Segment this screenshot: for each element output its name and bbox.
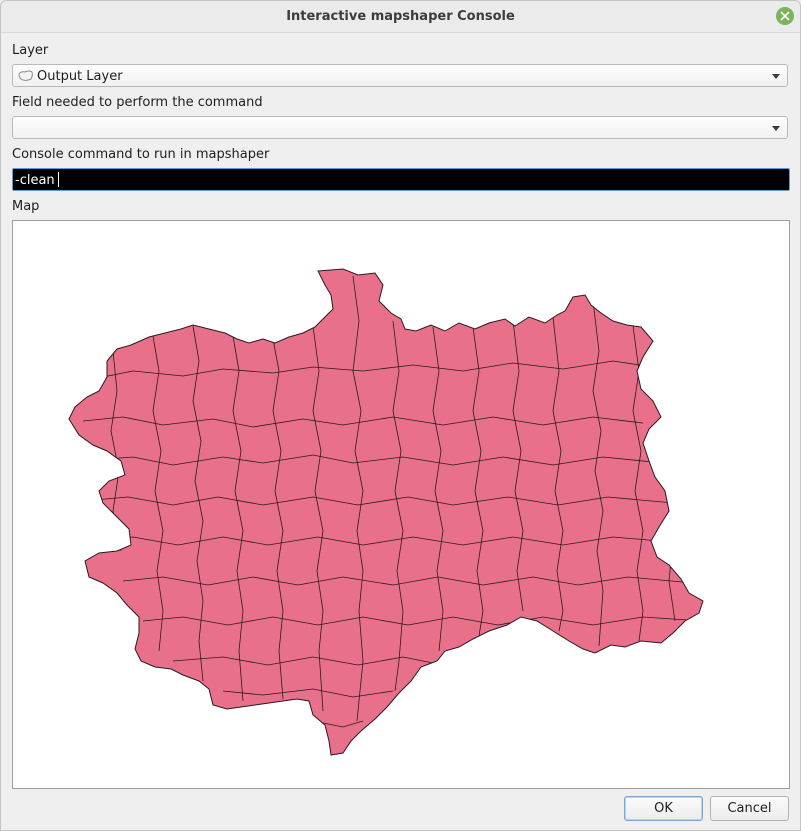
- close-icon: [780, 11, 790, 21]
- map-region-shape: [68, 268, 704, 756]
- layer-label: Layer: [12, 43, 49, 58]
- map-svg: [68, 268, 704, 756]
- dialog-window: Interactive mapshaper Console Layer Outp…: [0, 0, 801, 831]
- ok-button[interactable]: OK: [624, 796, 703, 821]
- polygon-layer-icon: [18, 70, 33, 81]
- command-input[interactable]: -clean: [12, 168, 790, 191]
- chevron-down-icon: [772, 126, 780, 131]
- field-label: Field needed to perform the command: [12, 95, 263, 110]
- window-title: Interactive mapshaper Console: [286, 9, 515, 24]
- text-caret: [57, 172, 59, 187]
- field-combobox[interactable]: [12, 116, 788, 139]
- command-input-value: -clean: [15, 173, 55, 188]
- close-button[interactable]: [776, 7, 794, 25]
- layer-combobox[interactable]: Output Layer: [12, 64, 788, 87]
- title-bar: Interactive mapshaper Console: [1, 1, 800, 33]
- layer-combobox-value: Output Layer: [37, 69, 123, 84]
- cancel-button[interactable]: Cancel: [710, 796, 789, 821]
- map-canvas[interactable]: [12, 220, 790, 789]
- chevron-down-icon: [772, 74, 780, 79]
- map-label: Map: [12, 199, 40, 214]
- command-label: Console command to run in mapshaper: [12, 147, 270, 162]
